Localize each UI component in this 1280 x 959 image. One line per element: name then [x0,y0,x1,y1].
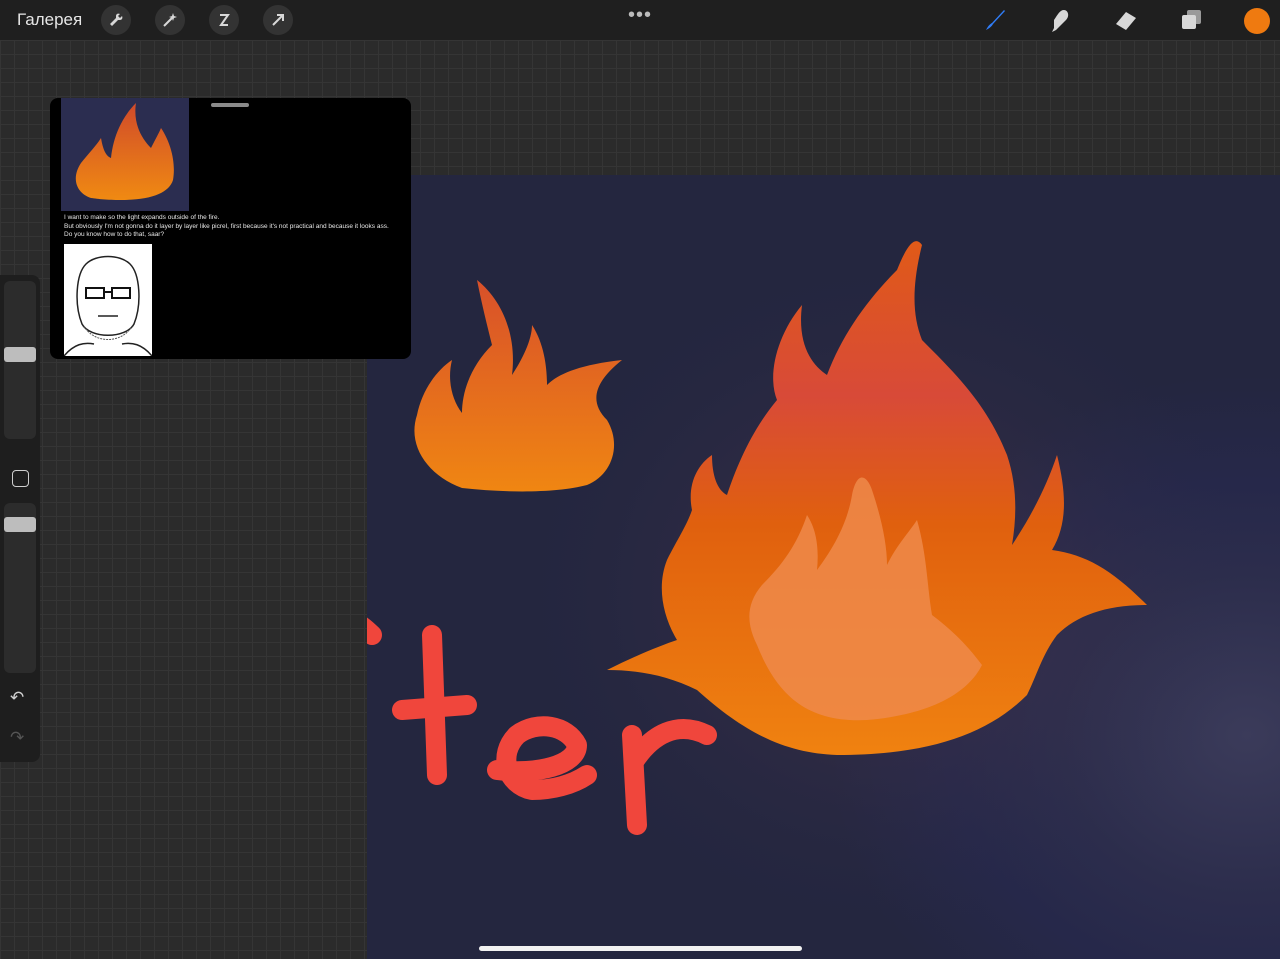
post-line: But obviously I'm not gonna do it layer … [64,222,389,230]
brush-size-thumb[interactable] [4,347,36,362]
transform-arrow-icon [272,14,284,26]
home-indicator[interactable] [479,946,802,951]
undo-button[interactable]: ↶ [10,688,24,708]
wrench-icon [110,13,123,26]
left-sidebar: ↶ ↷ [0,275,40,762]
canvas-artwork [367,241,1247,925]
reference-post-text: I want to make so the light expands outs… [64,214,409,240]
modify-button[interactable] [12,470,29,487]
reference-window[interactable]: I want to make so the light expands outs… [50,98,411,359]
opacity-thumb[interactable] [4,517,36,532]
magic-wand-icon [163,13,177,27]
drawing-canvas[interactable] [367,175,1280,959]
small-fire [414,280,622,492]
layers-icon[interactable] [1178,6,1206,34]
reference-wojak-image [63,244,153,357]
brush-icon[interactable] [980,6,1008,34]
transform-button[interactable] [263,5,293,35]
selection-button[interactable] [209,5,239,35]
reference-fire-thumbnail [61,98,189,211]
smudge-icon[interactable] [1046,6,1074,34]
post-line: Do you know how to do that, saar? [64,231,165,239]
gallery-button[interactable]: Галерея [17,10,82,30]
actions-button[interactable] [101,5,131,35]
more-menu-dots[interactable]: ••• [628,4,652,27]
adjustments-button[interactable] [155,5,185,35]
post-line: I want to make so the light expands outs… [64,214,220,221]
top-toolbar: Галерея ••• [0,0,1280,40]
reference-drag-handle[interactable] [211,103,249,107]
color-picker-swatch[interactable] [1244,8,1270,34]
selection-icon [219,14,230,26]
redo-button[interactable]: ↷ [10,728,24,748]
eraser-icon[interactable] [1112,6,1140,34]
